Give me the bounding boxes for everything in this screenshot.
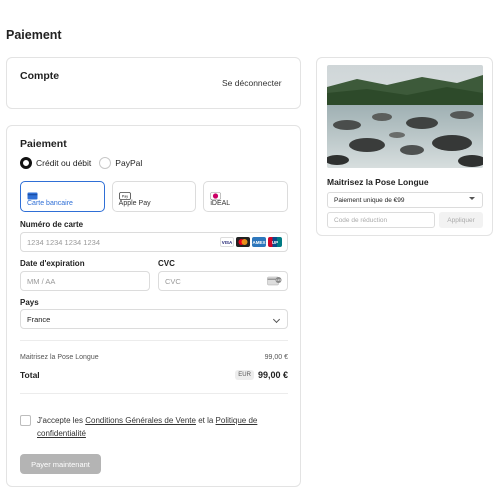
mastercard-icon <box>236 237 250 247</box>
card-number-input[interactable]: 1234 1234 1234 1234 VISA AMEX UP <box>20 232 288 252</box>
account-title: Compte <box>20 70 60 82</box>
card-brand-logos: VISA AMEX UP <box>220 237 282 247</box>
promo-code-input[interactable]: Code de réduction <box>327 212 435 228</box>
apply-button[interactable]: Appliquer <box>439 212 483 228</box>
tab-apple-pay[interactable]: Pay Apple Pay <box>111 181 197 212</box>
product-image <box>327 65 483 168</box>
card-number-label: Numéro de carte <box>20 220 84 229</box>
cgv-link[interactable]: Conditions Générales de Vente <box>85 416 196 425</box>
radio-paypal-label[interactable]: PayPal <box>115 158 142 168</box>
total-value: 99,00 € <box>257 370 288 380</box>
expiry-placeholder: MM / AA <box>27 276 56 286</box>
tab-ideal-label: iDEAL <box>210 200 231 207</box>
radio-paypal[interactable] <box>99 157 112 169</box>
plan-select[interactable]: Paiement unique de €99 <box>327 192 483 208</box>
line-item: Maitrisez la Pose Longue 99,00 € <box>20 354 288 361</box>
total-row: Total EUR 99,00 € <box>20 370 288 380</box>
tab-ideal[interactable]: iDEAL <box>203 181 289 212</box>
product-name: Maitrisez la Pose Longue <box>327 177 429 187</box>
cvc-card-icon: 123 <box>267 276 282 288</box>
pay-now-button[interactable]: Payer maintenant <box>20 454 101 474</box>
total-label: Total <box>20 370 40 380</box>
terms-prefix: J'accepte les <box>37 416 86 425</box>
visa-icon: VISA <box>220 237 234 247</box>
unionpay-icon: UP <box>268 237 282 247</box>
caret-down-icon <box>469 197 475 200</box>
country-label: Pays <box>20 298 39 307</box>
country-select[interactable]: France <box>20 309 288 329</box>
line-item-price: 99,00 € <box>264 354 288 361</box>
country-value: France <box>27 314 51 324</box>
tab-carte-bancaire-label: Carte bancaire <box>27 200 73 207</box>
svg-text:Pay: Pay <box>122 195 128 199</box>
cvc-input[interactable]: CVC 123 <box>158 271 288 291</box>
tab-carte-bancaire[interactable]: Carte bancaire <box>20 181 105 212</box>
terms-text: J'accepte les Conditions Générales de Ve… <box>37 414 288 440</box>
logout-link[interactable]: Se déconnecter <box>222 78 282 88</box>
cvc-placeholder: CVC <box>165 276 181 286</box>
product-card: Maitrisez la Pose Longue Paiement unique… <box>316 57 493 236</box>
tab-apple-pay-label: Apple Pay <box>118 200 151 207</box>
account-card: Compte Se déconnecter <box>6 57 301 109</box>
payment-card: Paiement Crédit ou débit PayPal Carte ba… <box>6 125 301 487</box>
payment-method-tabs: Carte bancaire Pay Apple Pay iDEAL <box>20 181 289 212</box>
currency-badge: EUR <box>235 370 254 380</box>
total-amount: EUR 99,00 € <box>235 370 288 380</box>
payment-title: Paiement <box>20 138 67 150</box>
expiry-input[interactable]: MM / AA <box>20 271 150 291</box>
card-number-placeholder: 1234 1234 1234 1234 <box>27 237 100 247</box>
plan-value: Paiement unique de €99 <box>334 196 405 204</box>
line-item-name: Maitrisez la Pose Longue <box>20 354 99 361</box>
radio-credit-debit[interactable] <box>20 157 32 169</box>
terms-consent: J'accepte les Conditions Générales de Ve… <box>20 414 288 440</box>
payment-options: Crédit ou débit PayPal <box>20 157 150 169</box>
amex-icon: AMEX <box>252 237 266 247</box>
cvc-label: CVC <box>158 259 175 268</box>
chevron-down-icon <box>272 315 281 324</box>
radio-credit-debit-label[interactable]: Crédit ou débit <box>36 158 91 168</box>
svg-text:123: 123 <box>276 278 281 282</box>
expiry-label: Date d'expiration <box>20 259 85 268</box>
divider <box>20 393 288 394</box>
divider <box>20 340 288 341</box>
page-title: Paiement <box>6 28 62 42</box>
terms-checkbox[interactable] <box>20 415 31 426</box>
promo-placeholder: Code de réduction <box>334 216 388 224</box>
terms-middle: et la <box>195 416 216 425</box>
